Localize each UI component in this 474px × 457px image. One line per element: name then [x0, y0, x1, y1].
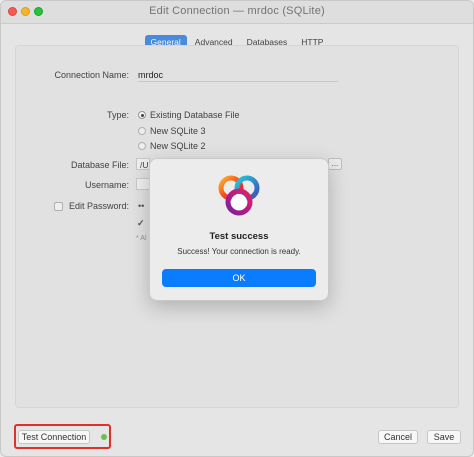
dialog-message: Success! Your connection is ready. [177, 247, 301, 256]
dialog-title: Test success [209, 231, 269, 242]
save-button[interactable]: Save [427, 430, 461, 444]
navicat-logo-icon [218, 175, 260, 216]
highlight-annotation [14, 424, 111, 449]
ok-button[interactable]: OK [162, 269, 316, 287]
edit-connection-window: Edit Connection — mrdoc (SQLite) General… [0, 0, 474, 457]
cancel-button[interactable]: Cancel [378, 430, 418, 444]
test-success-dialog: Test success Success! Your connection is… [149, 158, 329, 301]
